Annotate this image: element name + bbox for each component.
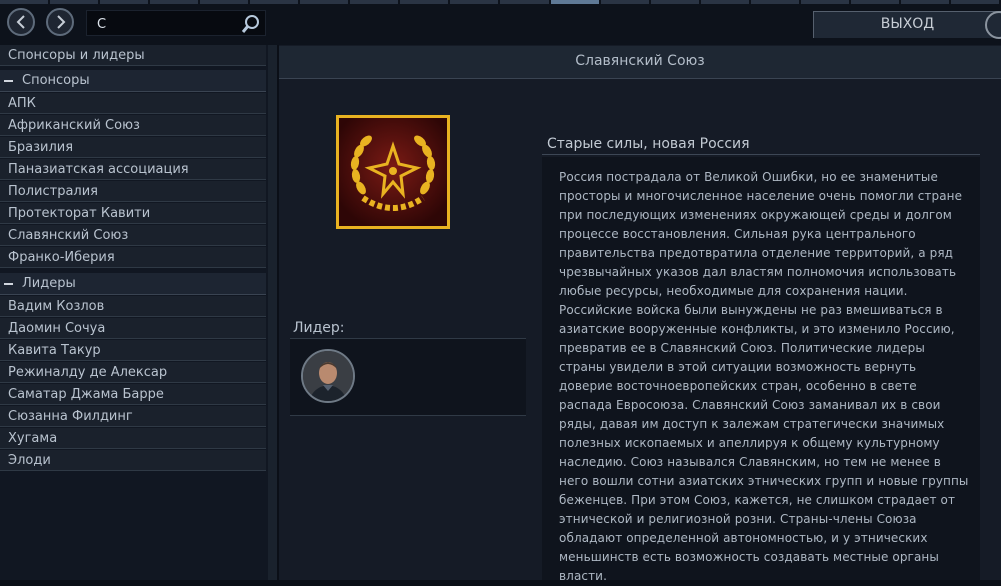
leader-avatar-icon [303, 351, 353, 401]
sidebar-item-sponsors-and-leaders[interactable]: Спонсоры и лидеры [0, 45, 266, 66]
back-button[interactable] [7, 8, 35, 36]
sidebar: Спонсоры и лидеры Спонсоры АПК Африканск… [0, 45, 277, 580]
forward-button[interactable] [46, 8, 74, 36]
sidebar-item-sponsor[interactable]: Паназиатская ассоциация [0, 159, 266, 180]
sidebar-item-leader[interactable]: Режиналду де Алексар [0, 362, 266, 383]
top-bar: ВЫХОД [0, 0, 1001, 45]
forward-arrow-icon [57, 15, 66, 29]
sidebar-item-leader[interactable]: Сюзанна Филдинг [0, 406, 266, 427]
sidebar-header-label: Спонсоры [22, 73, 90, 88]
top-tab-strip [0, 0, 1001, 4]
minus-icon [4, 80, 13, 82]
sidebar-item-leader[interactable]: Элоди [0, 450, 266, 471]
divider [542, 154, 980, 155]
description-panel: Россия пострадала от Великой Ошибки, но … [542, 157, 980, 583]
sidebar-item-sponsor[interactable]: АПК [0, 93, 266, 114]
description-text: Россия пострадала от Великой Ошибки, но … [559, 170, 969, 583]
page-title: Славянский Союз [279, 46, 1001, 79]
sidebar-header-leaders[interactable]: Лидеры [0, 273, 266, 295]
slavic-union-emblem [336, 115, 450, 229]
search-input[interactable] [95, 14, 239, 34]
main-panel: Славянский Союз Лидер: Старые силы, нова… [279, 45, 1001, 583]
sidebar-item-leader[interactable]: Вадим Козлов [0, 296, 266, 317]
leader-portrait[interactable] [301, 349, 355, 403]
sidebar-item-sponsor[interactable]: Бразилия [0, 137, 266, 158]
sidebar-item-leader[interactable]: Хугама [0, 428, 266, 449]
sidebar-scrollbar[interactable] [268, 45, 277, 580]
exit-button[interactable]: ВЫХОД [813, 11, 1001, 38]
search-box [86, 10, 266, 36]
sidebar-item-sponsor[interactable]: Африканский Союз [0, 115, 266, 136]
emblem-icon [339, 118, 447, 226]
description-title: Старые силы, новая Россия [547, 136, 750, 152]
sidebar-item-leader[interactable]: Саматар Джама Барре [0, 384, 266, 405]
sidebar-item-sponsor[interactable]: Протекторат Кавити [0, 203, 266, 224]
sidebar-item-leader[interactable]: Даомин Сочуа [0, 318, 266, 339]
scrollbar-thumb[interactable] [268, 45, 277, 580]
sidebar-header-sponsors[interactable]: Спонсоры [0, 70, 266, 92]
search-icon[interactable] [241, 14, 261, 34]
sidebar-item-leader[interactable]: Кавита Такур [0, 340, 266, 361]
leader-label: Лидер: [293, 320, 345, 336]
sidebar-header-label: Лидеры [22, 276, 76, 291]
sidebar-item-sponsor[interactable]: Славянский Союз [0, 225, 266, 246]
back-arrow-icon [16, 15, 25, 29]
leader-box [290, 338, 526, 416]
minus-icon [4, 283, 13, 285]
sidebar-item-sponsor[interactable]: Франко-Иберия [0, 247, 266, 268]
sidebar-item-sponsor[interactable]: Полистралия [0, 181, 266, 202]
